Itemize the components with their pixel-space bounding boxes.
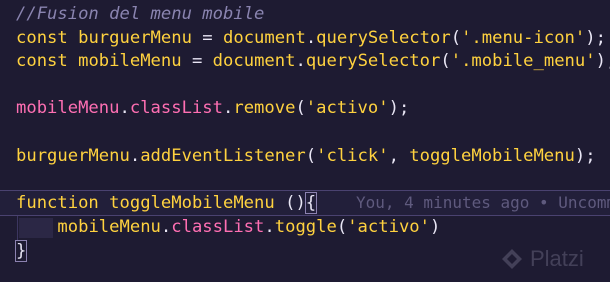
code-line-3[interactable]: const mobileMenu = document.querySelecto…	[16, 50, 610, 72]
code-editor[interactable]: //Fusion del menu mobile const burguerMe…	[0, 0, 610, 282]
string-literal: 'activo'	[347, 217, 430, 237]
method-name: querySelector	[305, 51, 441, 71]
open-paren: (	[305, 146, 317, 166]
string-literal: 'activo'	[305, 98, 389, 118]
variable-name: burguerMenu	[78, 28, 192, 48]
close-paren: )	[430, 217, 441, 237]
platzi-logo-icon	[500, 247, 524, 271]
property-name: classList	[171, 217, 265, 237]
git-blame-annotation: You, 4 minutes ago • Uncommitted changes	[356, 193, 610, 212]
property-name: classList	[129, 98, 223, 118]
object-name: mobileMenu	[16, 98, 120, 118]
code-line-10[interactable]: mobileMenu.classList.toggle('activo')	[16, 216, 440, 238]
code-line-1[interactable]: //Fusion del menu mobile	[16, 3, 264, 25]
statement-end: );	[388, 98, 410, 118]
method-name: querySelector	[316, 28, 451, 48]
dot: .	[222, 98, 234, 118]
code-line-11[interactable]: }	[14, 240, 28, 262]
object-name: mobileMenu	[57, 217, 161, 237]
object-name: burguerMenu	[16, 146, 130, 166]
code-line-5[interactable]: mobileMenu.classList.remove('activo');	[16, 97, 409, 119]
keyword: const	[16, 51, 68, 71]
dot: .	[264, 217, 275, 237]
dot: .	[119, 98, 130, 118]
method-name: toggle	[274, 217, 337, 237]
dot: .	[129, 146, 141, 166]
parens: ()	[285, 193, 306, 213]
method-name: addEventListener	[140, 146, 306, 166]
object-name: document	[212, 51, 296, 71]
open-paren: (	[450, 28, 462, 48]
variable-name: mobileMenu	[78, 51, 182, 71]
object-name: document	[223, 28, 306, 48]
platzi-watermark: Platzi	[500, 244, 584, 274]
open-paren: (	[440, 51, 451, 71]
keyword: function	[16, 193, 99, 213]
operator: =	[202, 28, 213, 48]
function-reference: toggleMobileMenu	[409, 146, 575, 166]
operator: =	[191, 51, 203, 71]
string-literal: '.mobile_menu'	[450, 51, 596, 71]
function-name: toggleMobileMenu	[109, 193, 275, 213]
code-line-2[interactable]: const burguerMenu = document.querySelect…	[16, 27, 606, 49]
statement-end: );	[595, 51, 610, 71]
open-paren: (	[336, 217, 348, 237]
keyword: const	[16, 28, 68, 48]
code-line-7[interactable]: burguerMenu.addEventListener('click', to…	[16, 145, 596, 167]
comma: ,	[388, 146, 410, 166]
dot: .	[160, 217, 172, 237]
close-brace: }	[14, 240, 28, 262]
open-brace: {	[304, 192, 318, 214]
code-line-9[interactable]: function toggleMobileMenu (){	[16, 192, 318, 214]
string-literal: '.menu-icon'	[461, 28, 586, 48]
statement-end: );	[585, 28, 606, 48]
dot: .	[295, 51, 306, 71]
dot: .	[305, 28, 317, 48]
watermark-text: Platzi	[530, 246, 584, 271]
method-name: remove	[233, 98, 296, 118]
string-literal: 'click'	[316, 146, 389, 166]
statement-end: );	[574, 146, 596, 166]
code-comment: //Fusion del menu mobile	[16, 4, 265, 24]
open-paren: (	[295, 98, 306, 118]
